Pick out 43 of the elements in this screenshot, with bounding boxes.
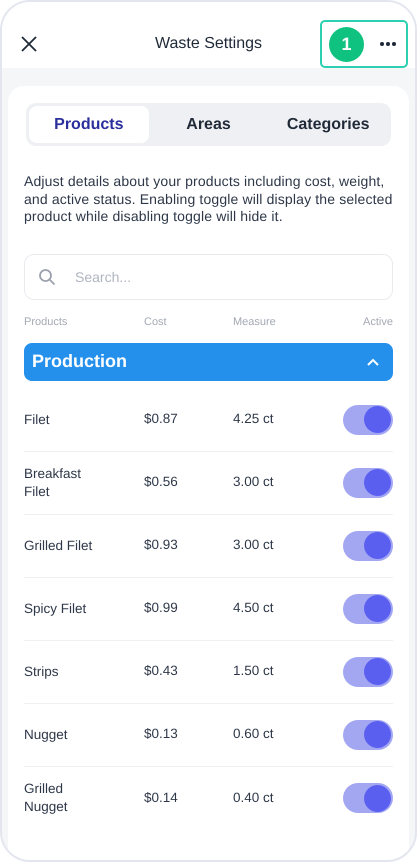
toggle-switch[interactable]: [343, 656, 393, 686]
product-name: Strips: [24, 664, 59, 678]
column-header: Products: [24, 316, 68, 328]
measure-value: 1.50 ct: [233, 663, 274, 678]
toggle-switch[interactable]: [343, 720, 393, 750]
toggle-switch[interactable]: [343, 783, 393, 813]
description-text: Adjust details about your products including cost, weight, and active status. Enabling toggle will display the selected product while disabling toggle will hide it.: [24, 173, 393, 226]
product-name: Nugget: [24, 726, 68, 742]
toggle-switch[interactable]: [343, 530, 393, 560]
toggle-switch[interactable]: [343, 468, 393, 498]
tab[interactable]: Categories: [268, 106, 388, 143]
cost-value: $0.13: [144, 726, 178, 742]
cost-value: $0.93: [144, 537, 178, 552]
more-icon[interactable]: [380, 42, 396, 46]
tab[interactable]: Products: [29, 106, 149, 143]
count-badge: 1: [329, 26, 364, 62]
cost-value: $0.56: [144, 474, 178, 490]
group-title: Production: [32, 350, 128, 373]
cost-value: $0.14: [144, 790, 178, 805]
product-name: Grilled Filet: [24, 538, 92, 552]
column-header: Active: [363, 316, 393, 328]
measure-value: 0.60 ct: [233, 726, 274, 742]
tab[interactable]: Areas: [148, 106, 268, 143]
product-name: Grilled Nugget: [24, 781, 68, 814]
column-header: Cost: [144, 316, 167, 328]
product-name: Filet: [24, 412, 50, 426]
search-field[interactable]: Search...: [24, 254, 393, 300]
cost-value: $0.43: [144, 663, 178, 678]
measure-value: 3.00 ct: [233, 474, 274, 490]
cost-value: $0.99: [144, 600, 178, 616]
product-name: Breakfast Filet: [24, 466, 82, 498]
measure-value: 3.00 ct: [233, 537, 274, 552]
cost-value: $0.87: [144, 411, 178, 426]
search-icon: [38, 268, 56, 286]
toggle-switch[interactable]: [343, 404, 393, 434]
measure-value: 0.40 ct: [233, 790, 274, 805]
measure-value: 4.25 ct: [233, 411, 274, 426]
screen-title: Waste Settings: [155, 34, 262, 54]
toggle-switch[interactable]: [343, 594, 393, 624]
measure-value: 4.50 ct: [233, 600, 274, 616]
product-name: Spicy Filet: [24, 600, 86, 616]
column-header: Measure: [233, 316, 276, 328]
close-icon[interactable]: [20, 35, 38, 53]
